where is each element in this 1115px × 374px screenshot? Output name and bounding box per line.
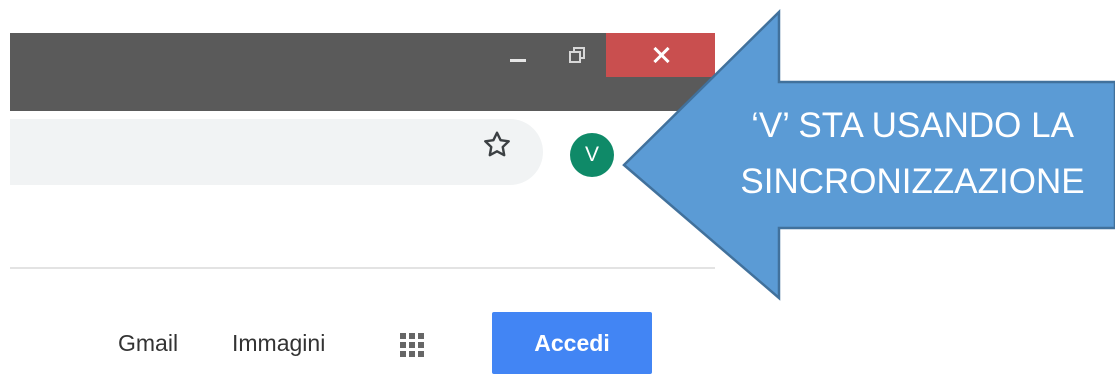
- callout-text: ‘V’ STA USANDO LA SINCRONIZZAZIONE: [710, 98, 1115, 210]
- screenshot-stage: V Gmail Immagini Accedi ‘V’ STA USANDO L…: [0, 0, 1115, 374]
- callout-line-2: SINCRONIZZAZIONE: [740, 162, 1085, 201]
- callout-line-1: ‘V’ STA USANDO LA: [751, 106, 1074, 145]
